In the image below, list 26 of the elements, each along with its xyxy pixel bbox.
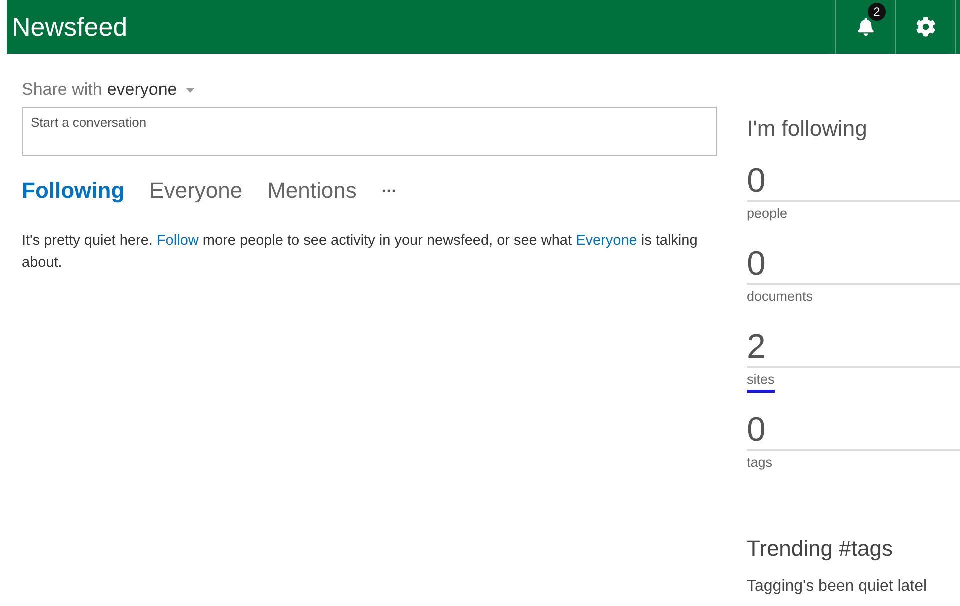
feed-tab[interactable]: Following [22,178,125,204]
empty-feed-message: It's pretty quiet here. Follow more people to see activity in your newsfeed, or see what Everyone is talking about. [22,232,699,273]
stat-link[interactable]: documents [747,289,814,310]
stat-link[interactable]: people [747,206,788,227]
stat-count: 0 [747,411,960,451]
section-title: Trending #tags [747,536,894,562]
bell-icon [856,18,874,36]
stat-count: 0 [747,245,960,285]
notification-count: 2 [868,3,886,21]
section-title: I'm following [747,116,868,142]
settings-icon [916,17,936,37]
feed-tab[interactable]: Mentions [268,178,357,204]
page-title: Newsfeed [11,12,129,42]
more-button[interactable]: ··· [382,182,397,200]
feed-tab[interactable]: Everyone [150,178,243,204]
stat-count: 0 [747,162,960,202]
trending-message: Tagging's been quiet latel [747,578,928,596]
message-link[interactable]: Follow [156,233,199,249]
stat-link[interactable]: tags [747,455,773,476]
stat-count: 2 [747,328,960,368]
notifications-button[interactable]: 2 [835,0,895,54]
share-dropdown[interactable]: Share with everyone [22,80,196,100]
stat-link[interactable]: sites [747,372,775,393]
conversation-field[interactable]: Start a conversation [22,107,717,156]
message-link[interactable]: Everyone [576,233,638,249]
caret-icon [186,88,196,92]
